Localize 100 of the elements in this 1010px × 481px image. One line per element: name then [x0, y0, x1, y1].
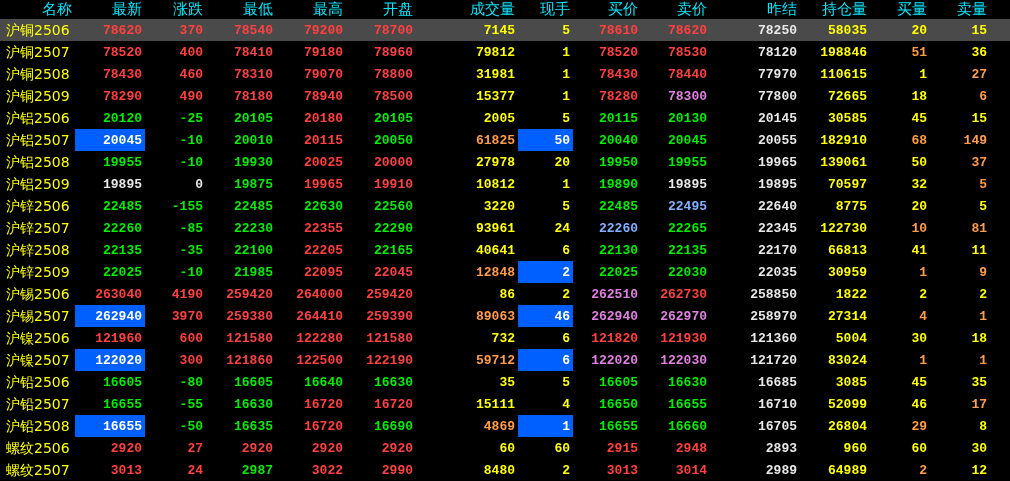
table-cell: 沪铜2509: [6, 88, 70, 104]
table-cell: 29: [911, 418, 927, 434]
column-header[interactable]: 现手: [540, 0, 570, 19]
table-cell: 78960: [374, 44, 413, 60]
table-cell: 2920: [110, 440, 142, 456]
table-cell: 30959: [828, 264, 867, 280]
column-header[interactable]: 开盘: [383, 0, 413, 19]
table-cell: 沪铝2508: [6, 154, 70, 170]
table-cell: -55: [179, 396, 203, 412]
table-cell: 4: [562, 396, 570, 412]
table-cell: 24: [187, 462, 203, 478]
table-cell: 52099: [828, 396, 867, 412]
table-cell: 20040: [599, 132, 638, 148]
table-cell: 19930: [234, 154, 273, 170]
table-cell: 22025: [103, 264, 142, 280]
table-row[interactable]: 沪铝2507 20045 -10 20010 20115 20050 61825 50 20040 20045 20055 182910 68 149: [0, 129, 1010, 151]
column-header[interactable]: 持仓量: [822, 0, 867, 19]
table-cell: 5: [562, 110, 570, 126]
column-header[interactable]: 买价: [608, 0, 638, 19]
table-row[interactable]: 沪锡2507 262940 3970 259380 264410 259390 89063 46 262940 262970 258970 27314 4 1: [0, 305, 1010, 327]
table-cell: 50: [554, 132, 570, 148]
table-cell: 121860: [226, 352, 273, 368]
table-cell: 20115: [599, 110, 638, 126]
table-cell: 16605: [103, 374, 142, 390]
table-cell: 78440: [668, 66, 707, 82]
table-cell: 22100: [234, 242, 273, 258]
table-row[interactable]: 沪镍2507 122020 300 121860 122500 122190 59712 6 122020 122030 121720 83024 1 1: [0, 349, 1010, 371]
table-row[interactable]: 螺纹2507 3013 24 2987 3022 2990 8480 2 3013 3014 2989 64989 2 12: [0, 459, 1010, 481]
table-row[interactable]: 沪锡2506 263040 4190 259420 264000 259420 86 2 262510 262730 258850 1822 2 2: [0, 283, 1010, 305]
column-header[interactable]: 涨跌: [173, 0, 203, 19]
table-row[interactable]: 沪铜2508 78430 460 78310 79070 78800 31981 1 78430 78440 77970 110615 1 27: [0, 63, 1010, 85]
table-row[interactable]: 沪铅2507 16655 -55 16630 16720 16720 15111 4 16650 16655 16710 52099 46 17: [0, 393, 1010, 415]
column-header[interactable]: 成交量: [470, 0, 515, 19]
table-row[interactable]: 沪铜2506 78620 370 78540 79200 78700 7145 5 78610 78620 78250 58035 20 15: [0, 19, 1010, 41]
table-cell: 262970: [660, 308, 707, 324]
table-cell: 16720: [304, 396, 343, 412]
column-header[interactable]: 最新: [112, 0, 142, 19]
table-cell: 78540: [234, 22, 273, 38]
table-cell: 31981: [476, 66, 515, 82]
table-cell: 11: [971, 242, 987, 258]
table-cell: 19895: [668, 176, 707, 192]
table-cell: 22165: [374, 242, 413, 258]
table-cell: 0: [195, 176, 203, 192]
table-cell: 20045: [668, 132, 707, 148]
table-cell: 78520: [599, 44, 638, 60]
table-cell: 2: [562, 286, 570, 302]
column-header[interactable]: 最低: [243, 0, 273, 19]
table-cell: 30: [971, 440, 987, 456]
table-row[interactable]: 沪铜2509 78290 490 78180 78940 78500 15377 1 78280 78300 77800 72665 18 6: [0, 85, 1010, 107]
table-cell: 27: [187, 440, 203, 456]
table-cell: 沪铝2507: [6, 132, 70, 148]
table-cell: 78530: [668, 44, 707, 60]
table-cell: 370: [179, 22, 203, 38]
table-row[interactable]: 沪锌2509 22025 -10 21985 22095 22045 12848 2 22025 22030 22035 30959 1 9: [0, 261, 1010, 283]
table-row[interactable]: 沪镍2506 121960 600 121580 122280 121580 732 6 121820 121930 121360 5004 30 18: [0, 327, 1010, 349]
table-cell: 20130: [668, 110, 707, 126]
table-row[interactable]: 沪铝2509 19895 0 19875 19965 19910 10812 1 19890 19895 19895 70597 32 5: [0, 173, 1010, 195]
column-header[interactable]: 卖量: [957, 0, 987, 19]
table-cell: 6: [562, 330, 570, 346]
table-cell: 22135: [668, 242, 707, 258]
column-header[interactable]: 卖价: [677, 0, 707, 19]
table-cell: 2: [979, 286, 987, 302]
table-cell: 3220: [483, 198, 515, 214]
table-row[interactable]: 沪铝2506 20120 -25 20105 20180 20105 2005 5 20115 20130 20145 30585 45 15: [0, 107, 1010, 129]
table-cell: 60: [499, 440, 515, 456]
table-cell: 2948: [675, 440, 707, 456]
table-cell: 16720: [374, 396, 413, 412]
column-header[interactable]: 昨结: [767, 0, 797, 19]
table-cell: 78620: [668, 22, 707, 38]
table-row[interactable]: 沪铅2508 16655 -50 16635 16720 16690 4869 1 16655 16660 16705 26804 29 8: [0, 415, 1010, 437]
table-row[interactable]: 沪锌2506 22485 -155 22485 22630 22560 3220 5 22485 22495 22640 8775 20 5: [0, 195, 1010, 217]
table-cell: 400: [179, 44, 203, 60]
table-row[interactable]: 螺纹2506 2920 27 2920 2920 2920 60 60 2915 2948 2893 960 60 30: [0, 437, 1010, 459]
table-cell: 22205: [304, 242, 343, 258]
table-cell: 4869: [483, 418, 515, 434]
table-cell: 490: [179, 88, 203, 104]
column-header[interactable]: 买量: [897, 0, 927, 19]
table-cell: 78940: [304, 88, 343, 104]
table-cell: 8480: [483, 462, 515, 478]
table-cell: 沪锡2506: [6, 286, 70, 302]
table-cell: 78280: [599, 88, 638, 104]
table-cell: 3085: [835, 374, 867, 390]
table-cell: 149: [963, 132, 987, 148]
table-row[interactable]: 沪锌2508 22135 -35 22100 22205 22165 40641 6 22130 22135 22170 66813 41 11: [0, 239, 1010, 261]
column-header[interactable]: 最高: [313, 0, 343, 19]
table-row[interactable]: 沪铜2507 78520 400 78410 79180 78960 79812 1 78520 78530 78120 198846 51 36: [0, 41, 1010, 63]
table-cell: 17: [971, 396, 987, 412]
table-cell: 78120: [758, 44, 797, 60]
table-cell: 2920: [311, 440, 343, 456]
table-cell: 81: [971, 220, 987, 236]
table-row[interactable]: 沪铅2506 16605 -80 16605 16640 16630 35 5 16605 16630 16685 3085 45 35: [0, 371, 1010, 393]
table-cell: 2: [562, 462, 570, 478]
table-cell: -155: [171, 198, 203, 214]
table-row[interactable]: 沪铝2508 19955 -10 19930 20025 20000 27978 20 19950 19955 19965 139061 50 37: [0, 151, 1010, 173]
table-cell: 19910: [374, 176, 413, 192]
table-cell: 2: [919, 462, 927, 478]
table-cell: 19875: [234, 176, 273, 192]
table-row[interactable]: 沪锌2507 22260 -85 22230 22355 22290 93961 24 22260 22265 22345 122730 10 81: [0, 217, 1010, 239]
table-cell: 20: [911, 198, 927, 214]
column-header[interactable]: 名称: [42, 0, 72, 19]
